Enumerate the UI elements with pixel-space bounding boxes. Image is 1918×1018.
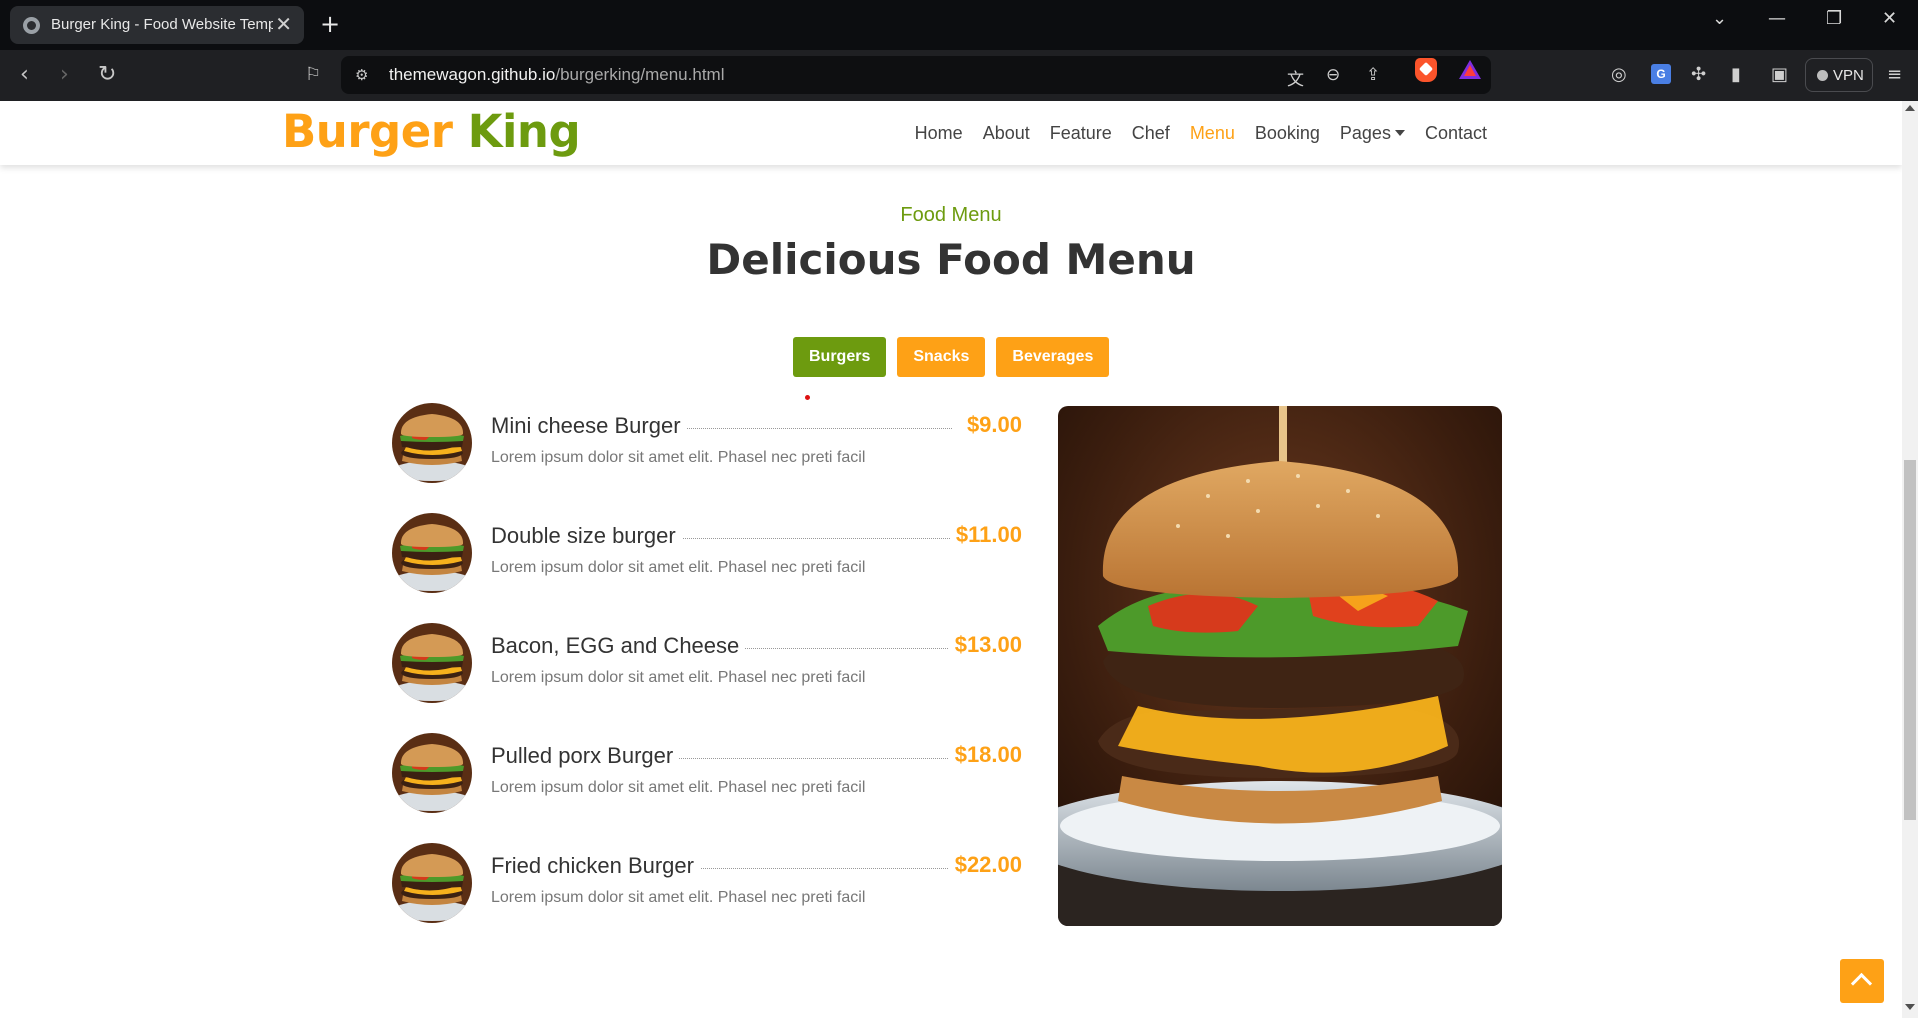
scrollbar-thumb[interactable] bbox=[1904, 460, 1916, 820]
browser-toolbar: ‹ › ↻ ⚐ ⚙ themewagon.github.io/burgerkin… bbox=[0, 50, 1918, 101]
burger-thumbnail bbox=[392, 513, 472, 593]
menu-category-tabs: Burgers Snacks Beverages bbox=[793, 337, 1110, 377]
burger-thumbnail bbox=[392, 623, 472, 703]
nav-menu[interactable]: Menu bbox=[1190, 123, 1235, 144]
site-info-icon[interactable]: ⚙ bbox=[355, 66, 368, 84]
section-subtitle: Food Menu bbox=[900, 204, 1002, 226]
extensions-puzzle-icon[interactable]: ✣ bbox=[1691, 65, 1706, 85]
wallet-icon[interactable]: ▣ bbox=[1771, 65, 1788, 85]
menu-item[interactable]: Bacon, EGG and Cheese $13.00 Lorem ipsum… bbox=[392, 623, 1022, 703]
nav-about[interactable]: About bbox=[983, 123, 1030, 144]
globe-icon bbox=[23, 17, 40, 34]
forward-icon[interactable]: › bbox=[60, 63, 69, 87]
caret-down-icon bbox=[1394, 130, 1405, 136]
brand-logo[interactable]: Burger King bbox=[282, 105, 581, 158]
scroll-up-arrow-icon[interactable] bbox=[1905, 105, 1915, 111]
burger-hero-image bbox=[1058, 406, 1502, 926]
nav-chef[interactable]: Chef bbox=[1132, 123, 1170, 144]
address-bar[interactable]: ⚙ themewagon.github.io/burgerking/menu.h… bbox=[341, 56, 1491, 94]
brand-part-2: King bbox=[467, 105, 581, 158]
burger-thumbnail bbox=[392, 733, 472, 813]
back-icon[interactable]: ‹ bbox=[20, 63, 29, 87]
nav-pages-label: Pages bbox=[1339, 123, 1391, 143]
page-viewport: Burger King Home About Feature Chef Menu… bbox=[0, 101, 1902, 1018]
burger-thumbnail bbox=[392, 403, 472, 483]
vpn-label: VPN bbox=[1833, 67, 1864, 84]
main-menu: Home About Feature Chef Menu Booking Pag… bbox=[915, 123, 1487, 144]
tab-burgers[interactable]: Burgers bbox=[793, 337, 887, 377]
share-icon[interactable]: ⇪ bbox=[1366, 65, 1380, 85]
item-price: $22.00 bbox=[948, 852, 1022, 878]
item-name: Fried chicken Burger bbox=[491, 853, 700, 879]
cursor-dot bbox=[805, 395, 810, 400]
bookmark-icon[interactable]: ⚐ bbox=[305, 63, 321, 87]
item-price: $9.00 bbox=[960, 412, 1022, 438]
minimize-icon[interactable]: — bbox=[1768, 6, 1786, 32]
close-tab-icon[interactable]: ✕ bbox=[275, 13, 292, 35]
section-title: Delicious Food Menu bbox=[706, 235, 1196, 284]
menu-hamburger-icon[interactable]: ≡ bbox=[1887, 65, 1902, 85]
zoom-icon[interactable]: ⊖ bbox=[1326, 65, 1340, 85]
tab-snacks[interactable]: Snacks bbox=[897, 337, 986, 377]
burger-thumbnail bbox=[392, 843, 472, 923]
item-description: Lorem ipsum dolor sit amet elit. Phasel … bbox=[491, 559, 866, 576]
tab-title: Burger King - Food Website Template bbox=[51, 16, 273, 33]
extension-glasses-icon[interactable]: ◎ bbox=[1611, 65, 1627, 85]
item-name: Double size burger bbox=[491, 523, 682, 549]
new-tab-icon[interactable]: + bbox=[320, 10, 340, 38]
item-name: Mini cheese Burger bbox=[491, 413, 687, 439]
translate-icon[interactable]: 文 bbox=[1287, 65, 1304, 90]
nav-home[interactable]: Home bbox=[915, 123, 963, 144]
scroll-down-arrow-icon[interactable] bbox=[1905, 1004, 1915, 1010]
google-translate-icon[interactable]: G bbox=[1651, 64, 1671, 84]
tab-search-icon[interactable]: ⌄ bbox=[1712, 6, 1727, 32]
nav-contact[interactable]: Contact bbox=[1425, 123, 1487, 144]
item-description: Lorem ipsum dolor sit amet elit. Phasel … bbox=[491, 779, 866, 796]
browser-tab-bar: Burger King - Food Website Template ✕ + … bbox=[0, 0, 1918, 50]
reload-icon[interactable]: ↻ bbox=[98, 63, 116, 87]
brave-shields-icon[interactable] bbox=[1415, 58, 1437, 82]
item-price: $13.00 bbox=[948, 632, 1022, 658]
back-to-top-button[interactable] bbox=[1840, 959, 1884, 1003]
site-navbar: Burger King Home About Feature Chef Menu… bbox=[0, 101, 1902, 165]
item-name: Bacon, EGG and Cheese bbox=[491, 633, 746, 659]
menu-item[interactable]: Pulled porx Burger $18.00 Lorem ipsum do… bbox=[392, 733, 1022, 813]
menu-item[interactable]: Double size burger $11.00 Lorem ipsum do… bbox=[392, 513, 1022, 593]
nav-booking[interactable]: Booking bbox=[1255, 123, 1320, 144]
vpn-button[interactable]: VPN bbox=[1805, 58, 1873, 92]
brand-part-1: Burger bbox=[282, 105, 453, 158]
item-description: Lorem ipsum dolor sit amet elit. Phasel … bbox=[491, 449, 866, 466]
menu-item[interactable]: Mini cheese Burger $9.00 Lorem ipsum dol… bbox=[392, 403, 1022, 483]
browser-tab[interactable]: Burger King - Food Website Template ✕ bbox=[10, 6, 304, 44]
nav-feature[interactable]: Feature bbox=[1050, 123, 1112, 144]
sidebar-icon[interactable]: ▮ bbox=[1731, 65, 1741, 85]
item-name: Pulled porx Burger bbox=[491, 743, 680, 769]
window-close-icon[interactable]: ✕ bbox=[1882, 6, 1897, 32]
item-description: Lorem ipsum dolor sit amet elit. Phasel … bbox=[491, 889, 866, 906]
brave-rewards-icon[interactable] bbox=[1459, 60, 1481, 79]
item-price: $18.00 bbox=[948, 742, 1022, 768]
item-price: $11.00 bbox=[949, 522, 1022, 548]
item-description: Lorem ipsum dolor sit amet elit. Phasel … bbox=[491, 669, 866, 686]
tab-beverages[interactable]: Beverages bbox=[996, 337, 1110, 377]
nav-pages-dropdown[interactable]: Pages bbox=[1340, 123, 1405, 144]
vpn-status-icon bbox=[1817, 70, 1828, 81]
menu-item[interactable]: Fried chicken Burger $22.00 Lorem ipsum … bbox=[392, 843, 1022, 923]
restore-icon[interactable]: ❐ bbox=[1826, 6, 1842, 32]
url-text[interactable]: themewagon.github.io/burgerking/menu.htm… bbox=[389, 65, 724, 85]
